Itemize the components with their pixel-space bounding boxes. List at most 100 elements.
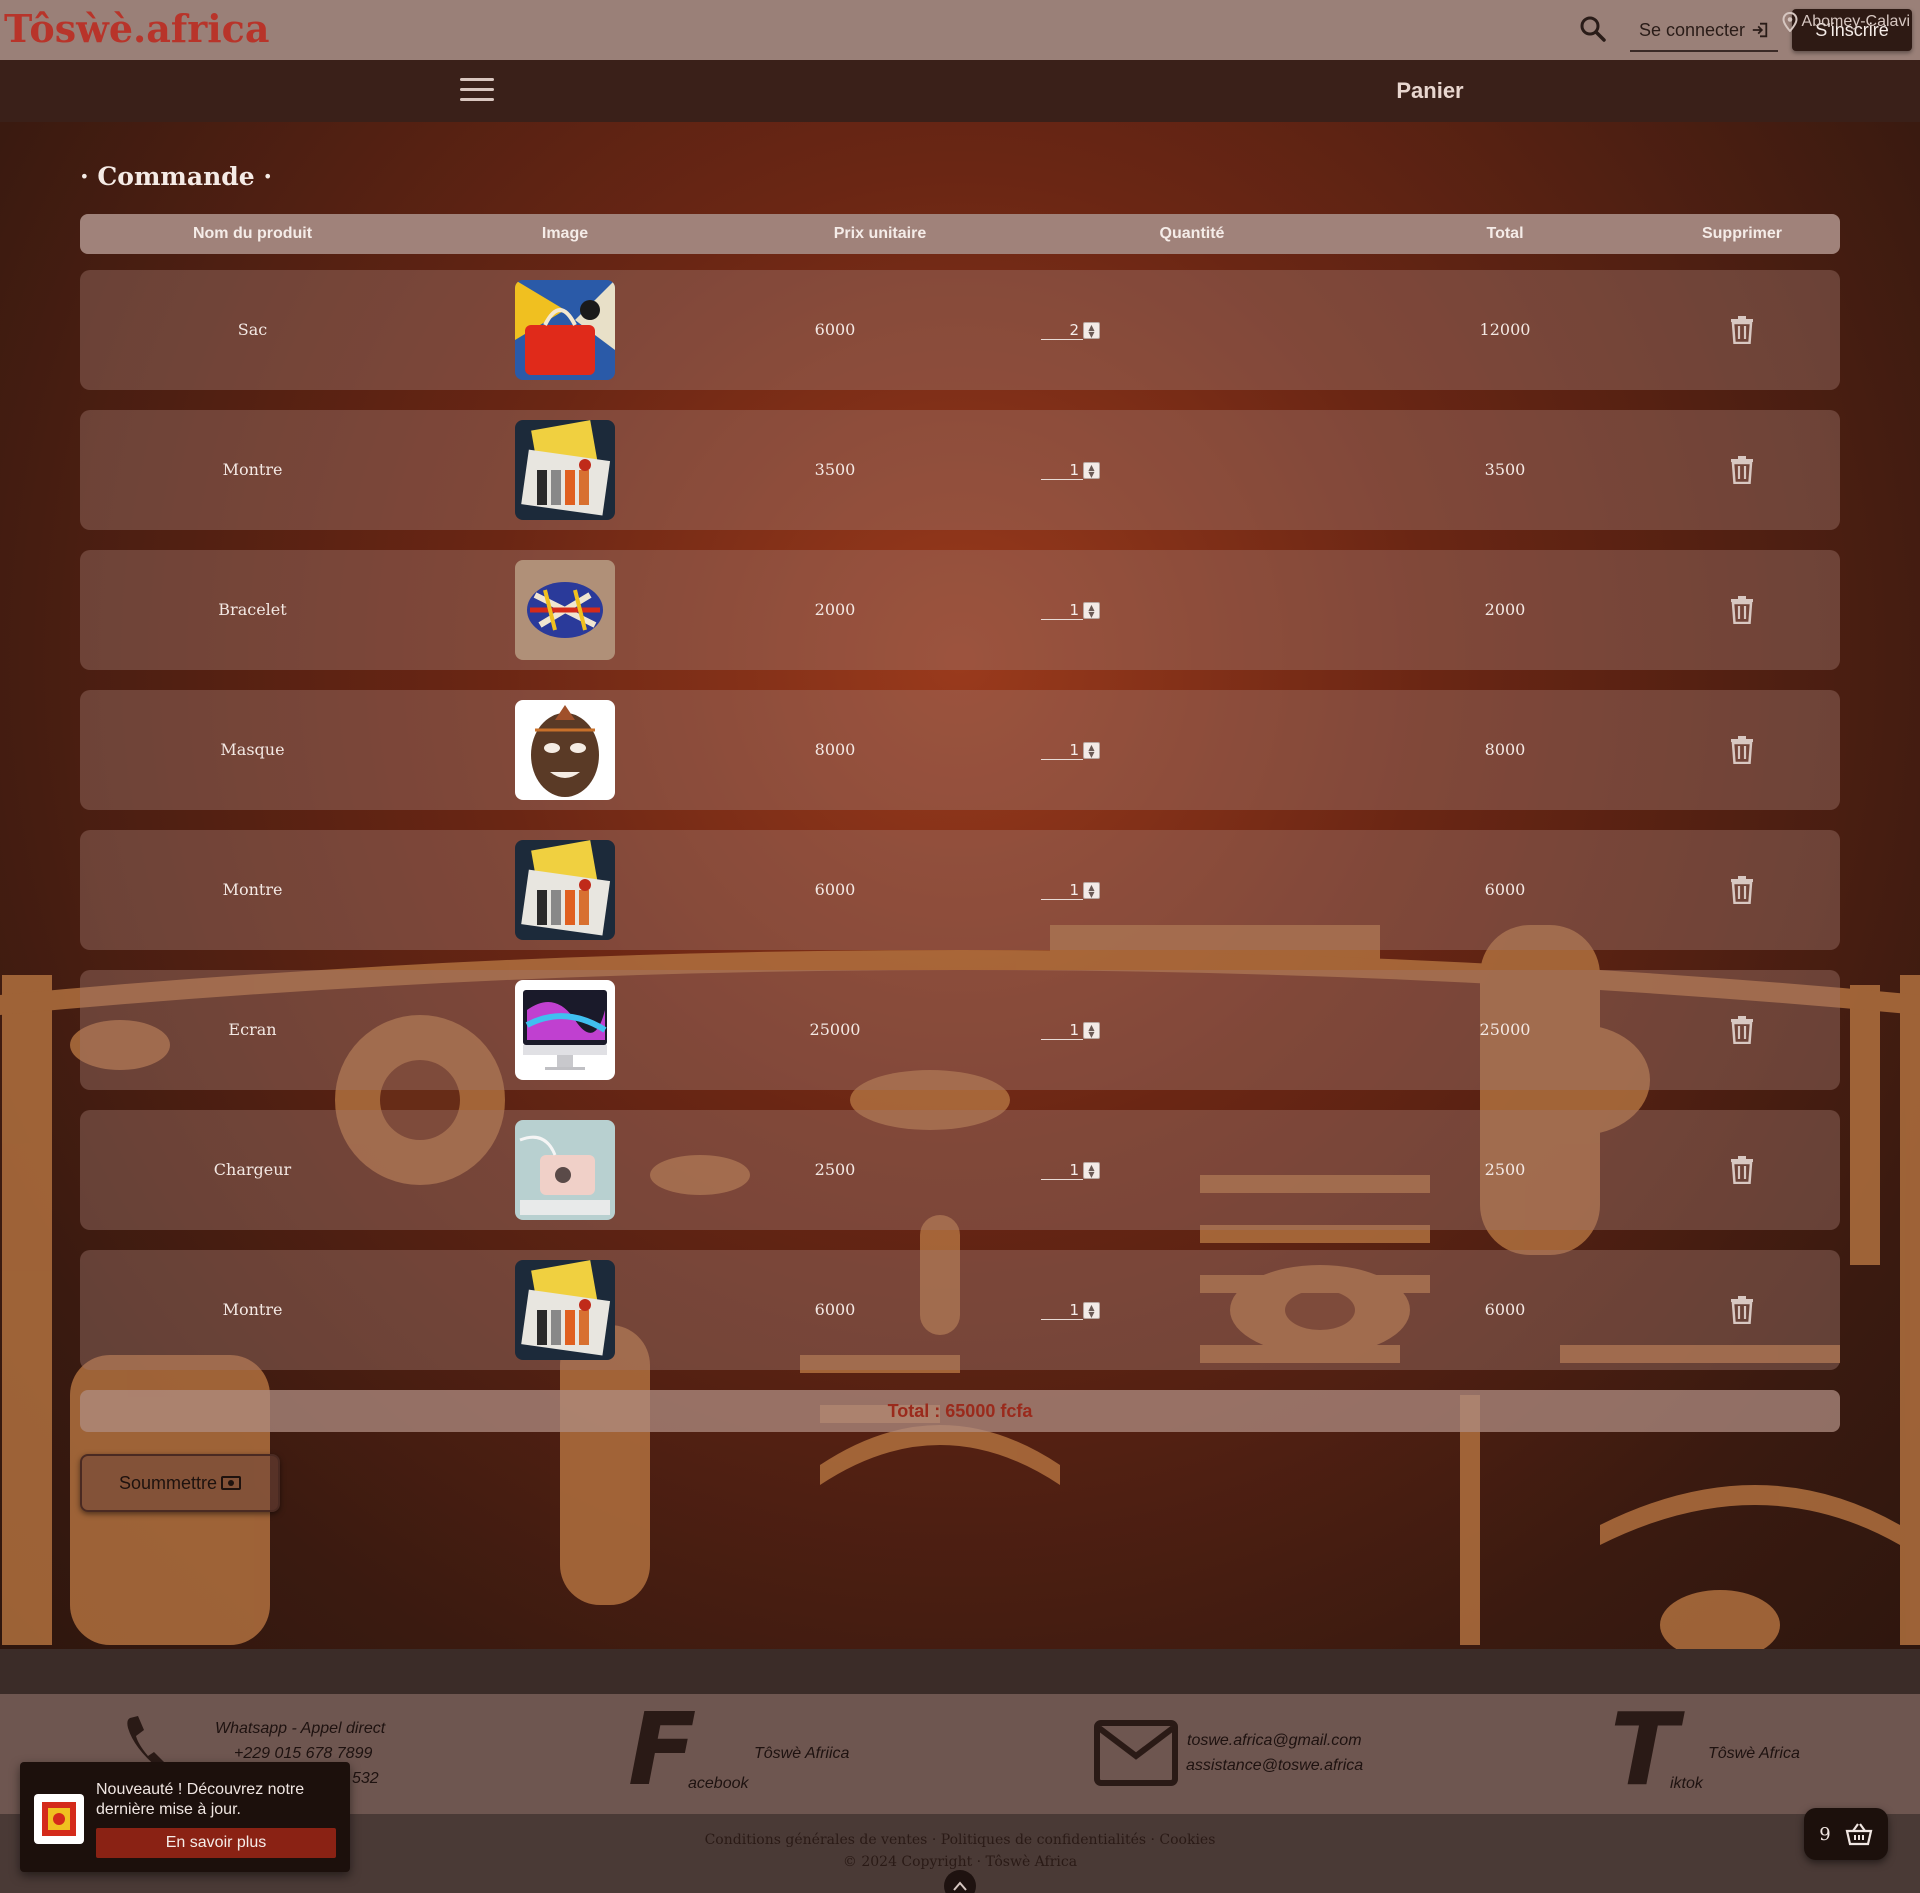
column-header-price: Prix unitaire xyxy=(833,225,927,242)
learn-more-button[interactable]: En savoir plus xyxy=(96,1828,336,1858)
search-icon[interactable] xyxy=(1578,14,1608,44)
tiktok-name[interactable]: Tôswè Africa xyxy=(1708,1745,1800,1763)
unit-price: 6000 xyxy=(814,1300,856,1319)
scroll-top-button[interactable] xyxy=(944,1870,976,1893)
unit-price: 2000 xyxy=(814,600,856,619)
line-total: 8000 xyxy=(1484,740,1526,759)
cash-icon xyxy=(221,1476,242,1490)
column-header-name: Nom du produit xyxy=(192,225,313,242)
trash-icon[interactable] xyxy=(1730,316,1754,345)
quantity-spinner[interactable]: ▲ ▼ xyxy=(1083,462,1100,479)
quantity-input[interactable] xyxy=(1041,1020,1083,1040)
trash-icon[interactable] xyxy=(1730,1016,1754,1045)
quantity-input[interactable] xyxy=(1041,320,1083,340)
quantity-input[interactable] xyxy=(1041,880,1083,900)
quantity-stepper[interactable]: ▲▼ xyxy=(1041,320,1101,340)
quantity-input[interactable] xyxy=(1041,740,1083,760)
chevron-up-icon xyxy=(953,1881,967,1891)
cart-button[interactable]: 9 xyxy=(1804,1808,1888,1860)
trash-icon[interactable] xyxy=(1730,456,1754,485)
product-image[interactable] xyxy=(515,560,615,660)
quantity-stepper[interactable]: ▲▼ xyxy=(1041,460,1101,480)
product-image[interactable] xyxy=(515,840,615,940)
menu-icon[interactable] xyxy=(460,78,494,104)
product-name: Masque xyxy=(220,740,285,759)
site-logo[interactable]: Tôsẁè.africa xyxy=(4,6,269,51)
facebook-name[interactable]: Tôswè Afriica xyxy=(754,1745,849,1763)
quantity-spinner[interactable]: ▲ ▼ xyxy=(1083,1022,1100,1039)
whatsapp-phone-2[interactable]: 532 xyxy=(352,1770,379,1788)
product-image[interactable] xyxy=(515,420,615,520)
line-total: 12000 xyxy=(1479,320,1531,339)
login-icon xyxy=(1752,22,1768,38)
product-image[interactable] xyxy=(515,280,615,380)
location-bar xyxy=(0,1649,1920,1694)
toast-logo xyxy=(34,1794,84,1844)
nav-bar xyxy=(0,60,1920,122)
cart-row: Bracelet 2000 ▲▼ 2000 xyxy=(80,550,1840,670)
quantity-input[interactable] xyxy=(1041,460,1083,480)
whatsapp-phone-1[interactable]: +229 015 678 7899 xyxy=(234,1745,372,1763)
line-total: 3500 xyxy=(1484,460,1526,479)
product-image[interactable] xyxy=(515,980,615,1080)
column-header-delete: Supprimer xyxy=(1701,225,1782,242)
email-1[interactable]: toswe.africa@gmail.com xyxy=(1187,1732,1362,1750)
line-total: 2000 xyxy=(1484,600,1526,619)
quantity-stepper[interactable]: ▲▼ xyxy=(1041,740,1101,760)
trash-icon[interactable] xyxy=(1730,1156,1754,1185)
tiktok-icon[interactable]: T xyxy=(1610,1700,1678,1800)
column-header-total: Total xyxy=(1486,225,1524,242)
product-name: Chargeur xyxy=(213,1160,292,1179)
email-2[interactable]: assistance@toswe.africa xyxy=(1186,1757,1363,1775)
product-name: Sac xyxy=(237,320,268,339)
login-button[interactable]: Se connecter xyxy=(1630,10,1778,52)
unit-price: 25000 xyxy=(809,1020,861,1039)
basket-icon xyxy=(1845,1823,1873,1846)
quantity-spinner[interactable]: ▲ ▼ xyxy=(1083,742,1100,759)
column-header-image: Image xyxy=(541,225,589,242)
quantity-stepper[interactable]: ▲▼ xyxy=(1041,1160,1101,1180)
product-image[interactable] xyxy=(515,1260,615,1360)
tiktok-label[interactable]: iktok xyxy=(1670,1775,1703,1793)
product-image[interactable] xyxy=(515,700,615,800)
trash-icon[interactable] xyxy=(1730,736,1754,765)
unit-price: 6000 xyxy=(814,880,856,899)
quantity-stepper[interactable]: ▲▼ xyxy=(1041,600,1101,620)
submit-label: Soummettre xyxy=(118,1472,218,1493)
product-name: Ecran xyxy=(228,1020,277,1039)
trash-icon[interactable] xyxy=(1730,876,1754,905)
quantity-input[interactable] xyxy=(1041,600,1083,620)
facebook-icon[interactable]: F xyxy=(628,1700,696,1800)
quantity-spinner[interactable]: ▲ ▼ xyxy=(1083,1162,1100,1179)
cart-table-header: Nom du produit Image Prix unitaire Quant… xyxy=(80,214,1840,254)
submit-button[interactable]: Soummettre xyxy=(80,1454,280,1512)
location: Abomey-Calavi xyxy=(1782,12,1910,32)
quantity-spinner[interactable]: ▲ ▼ xyxy=(1083,322,1100,339)
product-name: Montre xyxy=(222,880,283,899)
facebook-label[interactable]: acebook xyxy=(688,1775,749,1793)
product-image[interactable] xyxy=(515,1120,615,1220)
trash-icon[interactable] xyxy=(1730,1296,1754,1325)
unit-price: 8000 xyxy=(814,740,856,759)
grand-total: Total : 65000 fcfa xyxy=(80,1390,1840,1432)
column-header-quantity: Quantité xyxy=(1159,225,1225,242)
line-total: 6000 xyxy=(1484,1300,1526,1319)
quantity-stepper[interactable]: ▲▼ xyxy=(1041,1020,1101,1040)
login-label: Se connecter xyxy=(1638,19,1746,40)
quantity-input[interactable] xyxy=(1041,1160,1083,1180)
cart-row: Montre 3500 ▲▼ 3500 xyxy=(80,410,1840,530)
quantity-spinner[interactable]: ▲ ▼ xyxy=(1083,1302,1100,1319)
email-icon xyxy=(1094,1720,1178,1786)
quantity-input[interactable] xyxy=(1041,1300,1083,1320)
quantity-stepper[interactable]: ▲▼ xyxy=(1041,880,1101,900)
product-name: Bracelet xyxy=(218,600,287,619)
quantity-spinner[interactable]: ▲ ▼ xyxy=(1083,882,1100,899)
order-section-title: · Commande · xyxy=(80,162,273,191)
trash-icon[interactable] xyxy=(1730,596,1754,625)
unit-price: 3500 xyxy=(814,460,856,479)
cart-count: 9 xyxy=(1819,1823,1831,1845)
cart-row: Ecran 25000 ▲▼ 25000 xyxy=(80,970,1840,1090)
quantity-spinner[interactable]: ▲ ▼ xyxy=(1083,602,1100,619)
unit-price: 2500 xyxy=(814,1160,856,1179)
quantity-stepper[interactable]: ▲▼ xyxy=(1041,1300,1101,1320)
